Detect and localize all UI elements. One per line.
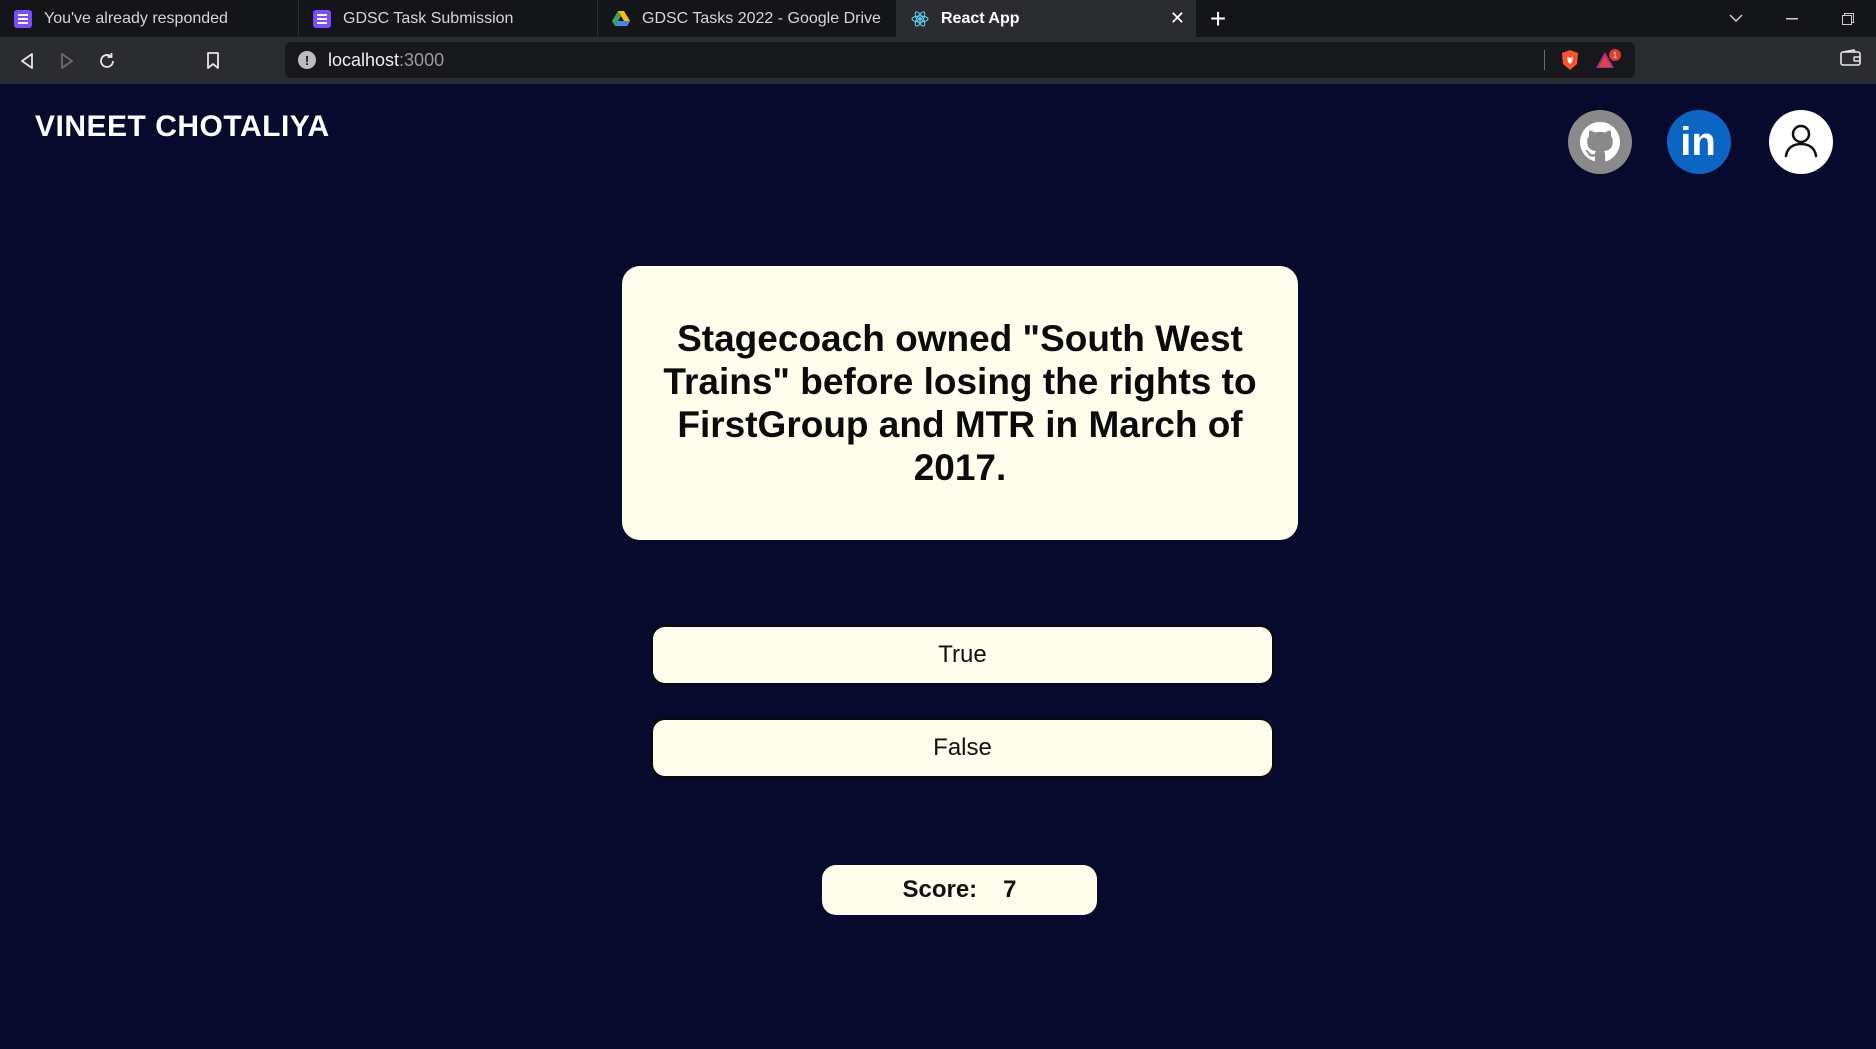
tab-title: GDSC Task Submission: [343, 9, 514, 27]
github-icon[interactable]: [1568, 110, 1632, 174]
tab-title: You've already responded: [44, 9, 228, 27]
url-port: :3000: [399, 49, 445, 70]
react-icon: [911, 10, 929, 28]
forward-icon[interactable]: [47, 41, 87, 81]
tab-title: React App: [941, 9, 1020, 27]
brand-title: VINEET CHOTALIYA: [35, 110, 330, 143]
score-label: Score:: [902, 876, 978, 903]
minimize-icon[interactable]: [1764, 0, 1820, 37]
tab-gdsc-task-submission[interactable]: GDSC Task Submission: [299, 0, 598, 37]
new-tab-button[interactable]: +: [1196, 0, 1240, 37]
profile-icon[interactable]: [1769, 110, 1833, 174]
window-controls: [1708, 0, 1876, 37]
rewards-badge: 1: [1613, 51, 1618, 60]
linkedin-glyph: in: [1680, 120, 1716, 164]
app-page: VINEET CHOTALIYA in Stagecoach owned "So…: [0, 84, 1876, 1049]
bookmark-icon[interactable]: [193, 41, 233, 81]
brave-rewards-icon[interactable]: 1: [1595, 49, 1621, 71]
tab-react-app[interactable]: React App ✕: [897, 0, 1196, 37]
google-forms-icon: [14, 9, 32, 28]
google-forms-icon: [313, 9, 331, 28]
question-card: Stagecoach owned "South West Trains" bef…: [622, 266, 1298, 540]
back-icon[interactable]: [7, 41, 47, 81]
reload-icon[interactable]: [87, 41, 127, 81]
browser-tab-strip: You've already responded GDSC Task Submi…: [0, 0, 1876, 37]
tab-already-responded[interactable]: You've already responded: [0, 0, 299, 37]
question-text: Stagecoach owned "South West Trains" bef…: [663, 318, 1257, 488]
address-bar[interactable]: ! localhost:3000 1: [285, 42, 1635, 78]
tab-title: GDSC Tasks 2022 - Google Drive: [642, 9, 881, 27]
site-info-icon[interactable]: !: [298, 51, 316, 69]
linkedin-icon[interactable]: in: [1667, 110, 1731, 174]
browser-toolbar: ! localhost:3000 1: [0, 37, 1876, 84]
restore-icon[interactable]: [1820, 0, 1876, 37]
false-answer-button[interactable]: False: [651, 718, 1274, 778]
tab-google-drive[interactable]: GDSC Tasks 2022 - Google Drive: [598, 0, 897, 37]
close-tab-icon[interactable]: ✕: [1170, 8, 1185, 29]
wallet-icon[interactable]: [1840, 49, 1862, 71]
brave-shields-icon[interactable]: [1559, 49, 1581, 71]
url-host: localhost: [328, 49, 400, 70]
true-answer-button[interactable]: True: [651, 625, 1274, 685]
address-bar-divider: [1544, 50, 1545, 70]
score-display: Score: 7: [822, 865, 1097, 915]
score-value: 7: [1003, 876, 1017, 903]
tab-search-chevron-icon[interactable]: [1708, 0, 1764, 37]
google-drive-icon: [612, 10, 630, 28]
